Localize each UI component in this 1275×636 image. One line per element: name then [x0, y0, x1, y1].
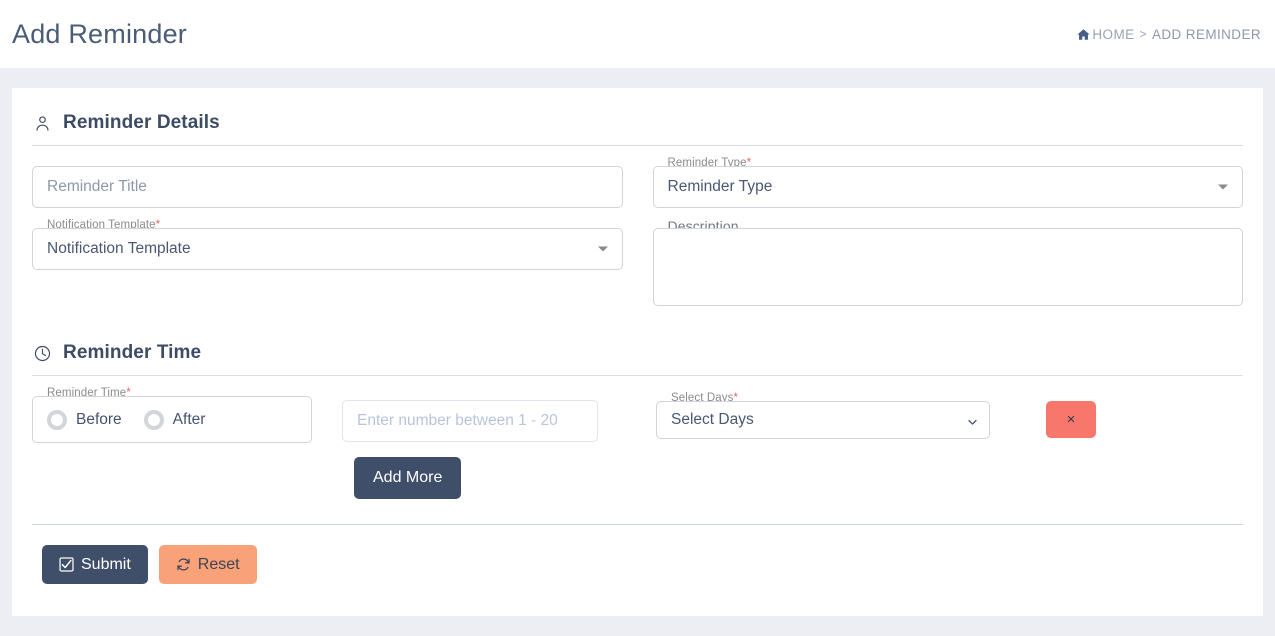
add-more-button[interactable]: Add More [354, 457, 462, 499]
submit-button-label: Submit [81, 556, 131, 573]
radio-label-after: After [172, 410, 206, 428]
home-icon [1077, 28, 1090, 41]
description-field[interactable]: Description [652, 219, 1243, 306]
radio-option-before[interactable]: Before [47, 409, 122, 430]
section-title-reminder-details: Reminder Details [63, 112, 220, 133]
notification-template-field[interactable]: Notification Template* Notification Temp… [32, 219, 623, 270]
caret-down-icon [1218, 184, 1228, 190]
details-row-1: Reminder Type* Reminder Type [32, 157, 1243, 208]
page-title: Add Reminder [12, 18, 187, 49]
footer-actions: Submit Reset [32, 525, 1243, 585]
select-days-value: Select Days [671, 411, 754, 428]
remove-row-button[interactable]: × [1046, 401, 1096, 438]
notification-template-value: Notification Template [47, 240, 191, 257]
clock-icon [34, 345, 51, 362]
select-days-field[interactable]: Select Days* Select Days [656, 392, 990, 439]
breadcrumb-separator: > [1139, 27, 1147, 41]
submit-button[interactable]: Submit [42, 545, 148, 585]
reminder-time-col: Reminder Time* Before After [32, 387, 312, 443]
notification-template-select[interactable]: Notification Template [32, 228, 623, 270]
reminder-type-field[interactable]: Reminder Type* Reminder Type [652, 157, 1243, 208]
reminder-type-value: Reminder Type [667, 178, 773, 195]
description-col: Description [652, 219, 1243, 306]
reminder-title-col [32, 166, 623, 208]
section-header-reminder-time: Reminder Time [32, 342, 1243, 364]
reminder-title-input[interactable] [32, 166, 623, 208]
reminder-type-col: Reminder Type* Reminder Type [652, 157, 1243, 208]
reminder-time-radio-group: Before After [32, 396, 312, 443]
reminder-time-row: Reminder Time* Before After Enter number… [32, 387, 1243, 443]
breadcrumb: HOME > ADD REMINDER [1077, 27, 1261, 42]
reset-button[interactable]: Reset [158, 545, 257, 585]
refresh-icon [176, 557, 191, 572]
breadcrumb-home-label: HOME [1092, 26, 1135, 42]
radio-option-after[interactable]: After [143, 409, 206, 430]
check-square-icon [59, 557, 74, 572]
caret-down-icon [597, 246, 608, 252]
close-icon: × [1066, 411, 1076, 428]
radio-circle-icon [143, 409, 164, 430]
reminder-title-field [32, 166, 623, 208]
reminder-type-select[interactable]: Reminder Type [652, 166, 1243, 208]
details-row-2: Notification Template* Notification Temp… [32, 219, 1243, 306]
notification-template-col: Notification Template* Notification Temp… [32, 219, 623, 306]
form-card: Reminder Details Reminder Type* Reminder… [12, 88, 1263, 616]
add-more-row: Add More [32, 457, 1243, 499]
user-icon [34, 115, 51, 132]
section-header-reminder-details: Reminder Details [32, 112, 1243, 134]
reset-button-label: Reset [197, 556, 240, 573]
select-days-select[interactable]: Select Days [656, 401, 990, 439]
select-days-col: Select Days* Select Days [656, 392, 990, 439]
reminder-time-field: Reminder Time* Before After [32, 387, 312, 443]
breadcrumb-current: ADD REMINDER [1151, 26, 1261, 42]
page-header: Add Reminder HOME > ADD REMINDER [0, 0, 1275, 68]
section-divider-details [32, 145, 1243, 146]
chevron-down-icon [967, 415, 978, 426]
section-title-reminder-time: Reminder Time [63, 342, 202, 363]
reminder-number-col [342, 400, 598, 442]
radio-label-before: Before [76, 410, 122, 428]
breadcrumb-home-link[interactable]: HOME [1077, 27, 1134, 42]
description-textarea[interactable] [652, 228, 1243, 306]
radio-circle-icon [47, 409, 67, 430]
section-divider-time [32, 375, 1243, 376]
reminder-number-input[interactable] [342, 400, 598, 442]
